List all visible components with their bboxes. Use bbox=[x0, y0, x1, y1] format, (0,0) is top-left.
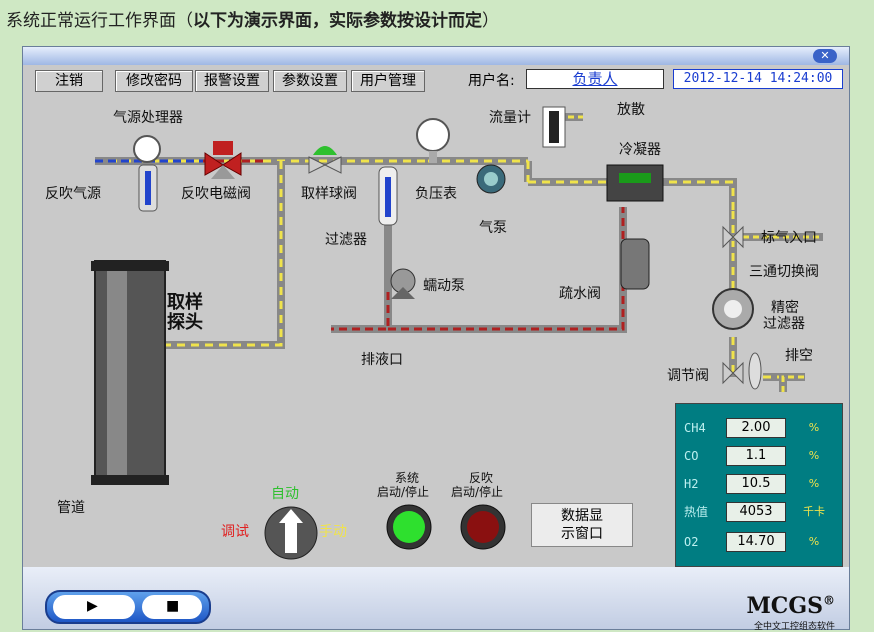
reading-name: 热值 bbox=[684, 505, 709, 519]
reading-row: 热值 4053 千卡 bbox=[676, 502, 842, 522]
reading-row: O2 14.70 % bbox=[676, 532, 842, 552]
playback-controls: ▶ ■ bbox=[45, 590, 211, 624]
air-source-processor-label: 气源处理器 bbox=[113, 110, 183, 126]
reading-name: CH4 bbox=[684, 421, 706, 435]
data-display-label-1: 数据显 bbox=[561, 508, 603, 524]
reading-value: 4053 bbox=[726, 502, 786, 522]
system-start-stop-button[interactable] bbox=[386, 504, 432, 550]
precision-filter-label-2: 过滤器 bbox=[763, 316, 805, 332]
air-pump bbox=[476, 164, 506, 194]
reading-unit: % bbox=[808, 421, 820, 434]
flowmeter-label: 流量计 bbox=[489, 110, 531, 126]
reading-row: CH4 2.00 % bbox=[676, 418, 842, 438]
readings-panel: CH4 2.00 % CO 1.1 % H2 10.5 % 热值 4053 千卡… bbox=[675, 403, 843, 567]
calib-inlet-label: 标气入口 bbox=[761, 230, 817, 246]
precision-filter bbox=[712, 288, 754, 330]
reading-value: 1.1 bbox=[726, 446, 786, 466]
reading-unit: % bbox=[808, 449, 820, 462]
debug-mode-label: 调试 bbox=[221, 524, 249, 540]
exhaust-label: 排空 bbox=[785, 348, 813, 364]
vent-label: 放散 bbox=[617, 102, 645, 118]
backflow-start-stop-button[interactable] bbox=[460, 504, 506, 550]
backflow-valve-label: 反吹电磁阀 bbox=[181, 186, 251, 202]
regulating-valve bbox=[722, 352, 762, 390]
air-pump-label: 气泵 bbox=[479, 220, 507, 236]
play-button[interactable]: ▶ bbox=[53, 595, 135, 619]
bottom-bar: ▶ ■ MCGS® 全中文工控组态软件 bbox=[23, 567, 849, 632]
reading-value: 10.5 bbox=[726, 474, 786, 494]
pipe-label: 管道 bbox=[57, 500, 85, 516]
three-way-valve-label: 三通切换阀 bbox=[749, 264, 819, 280]
drain-outlet-label: 排液口 bbox=[361, 352, 403, 368]
filter-vessel bbox=[378, 166, 398, 226]
data-display-label-2: 示窗口 bbox=[561, 526, 603, 542]
reading-unit: % bbox=[808, 535, 820, 548]
auto-mode-label: 自动 bbox=[271, 486, 299, 502]
peristaltic-pump bbox=[390, 268, 416, 299]
play-icon: ▶ bbox=[87, 598, 98, 614]
reading-value: 14.70 bbox=[726, 532, 786, 552]
neg-pressure-gauge-label: 负压表 bbox=[415, 186, 457, 202]
regulating-valve-label: 调节阀 bbox=[667, 368, 709, 384]
reading-row: H2 10.5 % bbox=[676, 474, 842, 494]
condenser-label: 冷凝器 bbox=[619, 142, 661, 158]
stop-icon: ■ bbox=[166, 598, 180, 614]
filter-label: 过滤器 bbox=[325, 232, 367, 248]
reading-value: 2.00 bbox=[726, 418, 786, 438]
brand-subtitle: 全中文工控组态软件 bbox=[753, 622, 835, 632]
sampling-probe-label-1: 取样 bbox=[167, 292, 203, 313]
sampling-probe-label-2: 探头 bbox=[167, 312, 203, 333]
brand-logo: MCGS® bbox=[746, 593, 835, 619]
reading-unit: 千卡 bbox=[803, 505, 825, 518]
flowmeter-device bbox=[542, 106, 566, 148]
air-source-processor bbox=[133, 135, 161, 212]
reading-name: CO bbox=[684, 449, 699, 463]
drain-valve-vessel bbox=[620, 238, 650, 290]
hmi-window: ✕ 注销 修改密码 报警设置 参数设置 用户管理 用户名: 负责人 2012-1… bbox=[22, 46, 850, 632]
mode-selector-switch[interactable] bbox=[264, 506, 318, 560]
reading-unit: % bbox=[808, 477, 820, 490]
condenser-unit bbox=[606, 164, 664, 202]
system-start-stop-label-2: 启动/停止 bbox=[377, 485, 430, 499]
backflow-start-stop-label-2: 启动/停止 bbox=[451, 485, 504, 499]
neg-pressure-gauge bbox=[416, 118, 450, 163]
data-display-button[interactable]: 数据显 示窗口 bbox=[531, 503, 633, 547]
reading-name: H2 bbox=[684, 477, 699, 491]
reading-name: O2 bbox=[684, 535, 699, 549]
page-caption: 系统正常运行工作界面（以下为演示界面，实际参数按设计而定） bbox=[6, 11, 499, 31]
pipe-network bbox=[95, 113, 823, 392]
stop-button[interactable]: ■ bbox=[142, 595, 202, 619]
sampling-valve-label: 取样球阀 bbox=[301, 186, 357, 202]
manual-mode-label: 手动 bbox=[319, 524, 347, 540]
sampling-probe bbox=[91, 260, 169, 485]
peristaltic-pump-label: 蠕动泵 bbox=[423, 278, 465, 294]
backflow-source-label: 反吹气源 bbox=[45, 186, 101, 202]
reading-row: CO 1.1 % bbox=[676, 446, 842, 466]
drain-valve-label: 疏水阀 bbox=[559, 286, 601, 302]
